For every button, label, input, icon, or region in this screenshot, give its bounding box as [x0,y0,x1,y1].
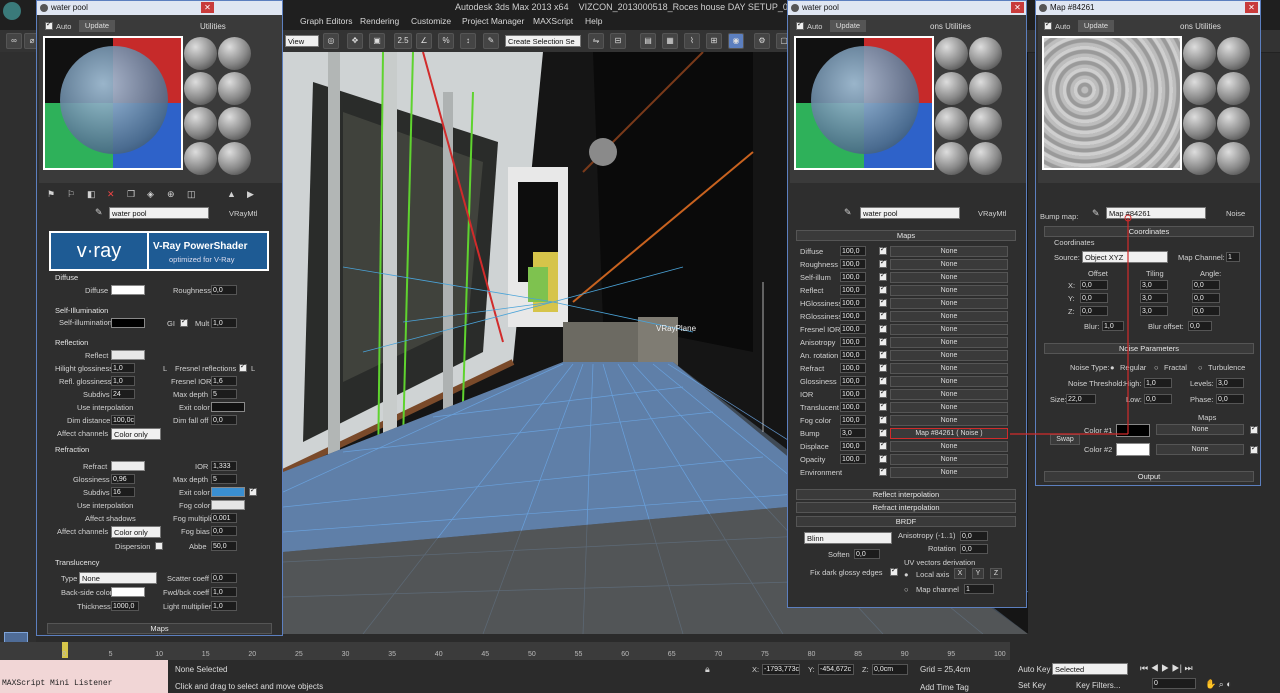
timeline-tick: 35 [388,651,396,658]
key-filters-button[interactable]: Key Filters... [1076,681,1120,690]
selection-status: None Selected [175,665,228,674]
lock-icon[interactable]: 🔒︎ [705,664,710,675]
timeline-tick: 10 [155,651,163,658]
timeline-tick: 20 [248,651,257,658]
timeline-tick: 85 [854,651,862,658]
grid-size: Grid = 25,4cm [920,665,971,674]
y-coord-field[interactable]: -454,672c [818,664,854,675]
timeline-tick: 15 [201,651,210,658]
maxscript-listener[interactable]: MAXScript Mini Listener [0,660,168,693]
timeline-tick: 90 [900,651,909,658]
playback-controls[interactable]: ⏮ ◀ ▶ ▶| ⏭ [1140,663,1193,674]
timeline-tick: 75 [761,651,769,658]
z-coord-label: Z: [862,665,869,674]
key-set-dropdown[interactable]: Selected [1052,663,1128,675]
timeline-tick: 30 [341,651,350,658]
timeline-tick: 25 [295,651,303,658]
timeline-tick: 0 [62,651,66,658]
y-coord-label: Y: [808,665,815,674]
timeline-tick: 60 [621,651,629,658]
timeline-tick: 40 [434,651,443,658]
x-coord-field[interactable]: -1793,773c [762,664,800,675]
current-frame-field[interactable]: 0 [1152,678,1196,689]
timeline-tick: 65 [667,651,676,658]
x-coord-label: X: [752,665,760,674]
timeline-tick: 5 [108,651,113,658]
add-time-tag-button[interactable]: Add Time Tag [920,683,969,692]
timeline-tick: 50 [528,651,536,658]
timeline-tick: 80 [807,651,816,658]
command-tab-utilities-mid[interactable]: ons Utilities [930,22,1010,32]
link-annotation [1010,214,1132,435]
timeline-tick: 100 [994,651,1006,658]
timeline-tick: 45 [481,651,490,658]
z-coord-field[interactable]: 0,0cm [872,664,908,675]
set-key-button[interactable]: Set Key [1018,681,1046,690]
timeline-tick: 55 [574,651,583,658]
viewport-nav-icons[interactable]: ✋ ⌕ ◐ [1205,679,1232,690]
time-track-bar[interactable]: 0 5 10 15 20 25 30 35 40 45 50 55 60 65 70 75 80 85 90 95 10… [0,642,1010,660]
listener-label: MAXScript Mini Listener [2,679,113,688]
timeline-tick: 70 [714,651,723,658]
command-tab-utilities-right[interactable]: ons Utilities [1180,22,1260,32]
status-bar: MAXScript Mini Listener None Selected Cl… [0,660,1280,693]
command-tab-utilities-left[interactable]: Utilities [200,22,280,32]
auto-key-button[interactable]: Auto Key [1018,665,1050,674]
timeline-tick: 95 [947,651,956,658]
prompt-line: Click and drag to select and move object… [175,682,324,691]
